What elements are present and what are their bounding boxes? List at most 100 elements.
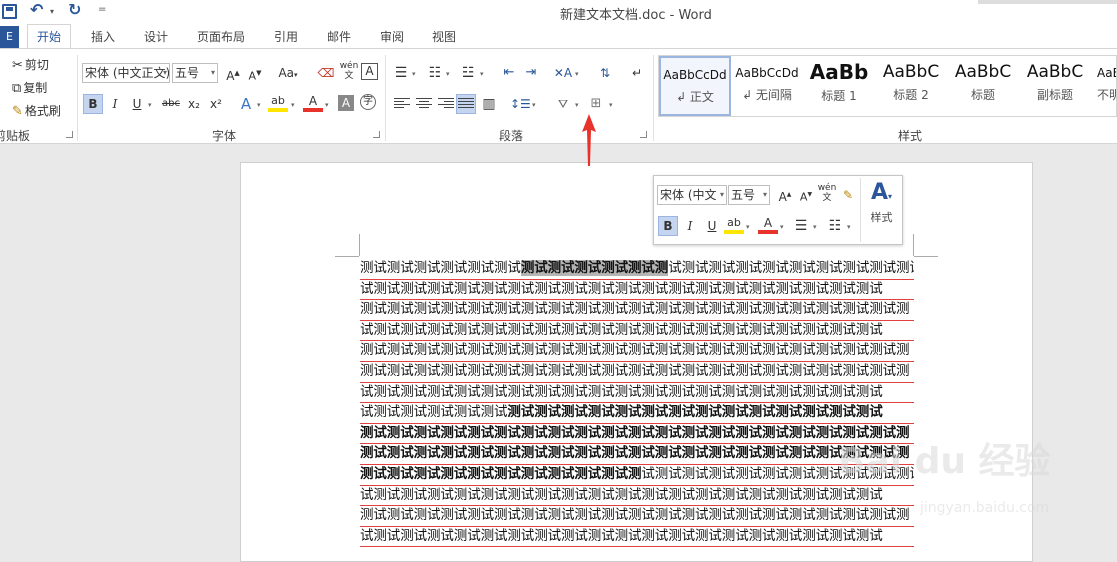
sort-icon[interactable]: ⇅ bbox=[595, 63, 615, 83]
tab-file[interactable]: E bbox=[0, 26, 19, 48]
mini-numbering-icon[interactable]: ☷ bbox=[825, 216, 845, 236]
save-icon[interactable] bbox=[2, 4, 17, 19]
increase-indent-icon[interactable]: ⇥ bbox=[521, 63, 541, 83]
style-subtitle[interactable]: AaBbC 副标题 bbox=[1019, 56, 1091, 116]
mini-size-combo[interactable]: 五号 ▾ bbox=[728, 185, 770, 205]
tab-view[interactable]: 视图 bbox=[432, 28, 456, 45]
character-border-button[interactable]: A bbox=[361, 63, 378, 80]
subscript-button[interactable]: x₂ bbox=[184, 94, 204, 114]
align-left-icon[interactable] bbox=[394, 98, 410, 110]
chevron-down-icon[interactable]: ▾ bbox=[291, 101, 295, 109]
underline-button[interactable]: U bbox=[127, 94, 147, 114]
text-line[interactable]: 试测试测试测试测试测试测试测试测试测试测试测试测试测试测试测试测试测试测试测试 bbox=[360, 280, 914, 301]
show-marks-icon[interactable]: ↵ bbox=[627, 63, 647, 83]
undo-icon[interactable]: ↶ bbox=[30, 0, 43, 19]
chevron-down-icon[interactable]: ▾ bbox=[325, 101, 329, 109]
text-line[interactable]: 测试测试测试测试测试测试测试测试测试测试测试测试测试测试测试测试测试测试测试测试… bbox=[360, 341, 914, 362]
style-title[interactable]: AaBbC 标题 bbox=[947, 56, 1019, 116]
text-line[interactable]: 测试测试测试测试测试测试测试测试测试测试测试测试测试测试测试测试测试测试测试测试… bbox=[360, 444, 914, 465]
style-heading-2[interactable]: AaBbC 标题 2 bbox=[875, 56, 947, 116]
chevron-down-icon[interactable]: ▾ bbox=[746, 223, 750, 231]
text-line[interactable]: 测试测试测试测试测试测试测试测试测试测试测试测试测试测试测试测试测试测试测试测试… bbox=[360, 362, 914, 383]
tab-design[interactable]: 设计 bbox=[144, 28, 168, 45]
text-line[interactable]: 试测试测试测试测试测试测试测试测试测试测试测试测试测试测试测试测试测试测试测试 bbox=[360, 527, 914, 548]
enclose-characters-icon[interactable]: 字 bbox=[360, 94, 376, 110]
mini-underline-button[interactable]: U bbox=[702, 216, 722, 236]
bold-button[interactable]: B bbox=[83, 94, 103, 114]
strikethrough-button[interactable]: abc bbox=[161, 94, 181, 114]
phonetic-guide-button[interactable]: wén 文 bbox=[339, 61, 359, 81]
tab-mailings[interactable]: 邮件 bbox=[327, 28, 351, 45]
chevron-down-icon[interactable]: ▾ bbox=[532, 101, 536, 109]
text-line[interactable]: 测试测试测试测试测试测试测试测试测试测试测试测试测试测试测试测试测试测试测试测试… bbox=[360, 506, 914, 527]
text-line[interactable]: 试测试测试测试测试测试测试测试测试测试测试测试测试测试测试测试测试测试测试测试 bbox=[360, 321, 914, 342]
customize-qat-button[interactable]: = bbox=[98, 4, 106, 15]
justify-button[interactable] bbox=[456, 94, 476, 114]
chevron-down-icon[interactable]: ▾ bbox=[847, 223, 851, 231]
chevron-down-icon[interactable]: ▾ bbox=[412, 70, 416, 78]
style-heading-1[interactable]: AaBb 标题 1 bbox=[803, 56, 875, 116]
multilevel-list-icon[interactable]: ☳ bbox=[458, 63, 478, 83]
clear-formatting-icon[interactable]: ⌫ bbox=[316, 63, 336, 83]
text-line[interactable]: 试测试测试测试测试测试测试测试测试测试测试测试测试测试测试测试测试测试测试测试 bbox=[360, 486, 914, 507]
chinese-layout-icon[interactable]: ✕A bbox=[553, 63, 573, 83]
chevron-down-icon[interactable]: ▾ bbox=[575, 101, 579, 109]
copy-button[interactable]: ⧉ 复制 bbox=[12, 79, 47, 96]
shading-icon[interactable]: ⛛ bbox=[553, 94, 573, 114]
decrease-indent-icon[interactable]: ⇤ bbox=[499, 63, 519, 83]
text-line[interactable]: 试测试测试测试测试测试测试测试测试测试测试测试测试测试测试测试测试测试测试测试 bbox=[360, 403, 914, 424]
chevron-down-icon[interactable]: ▾ bbox=[480, 70, 484, 78]
style-no-spacing[interactable]: AaBbCcDd ↲ 无间隔 bbox=[731, 56, 803, 116]
borders-icon[interactable]: ⊞ bbox=[586, 94, 606, 114]
chevron-down-icon[interactable]: ▾ bbox=[780, 223, 784, 231]
text-line[interactable]: 测试测试测试测试测试测试测试测试测试测试测试测试测试测试测试测试测试测试测试测试… bbox=[360, 424, 914, 445]
align-right-icon[interactable] bbox=[438, 98, 454, 110]
tab-review[interactable]: 审阅 bbox=[380, 28, 404, 45]
font-family-combo[interactable]: 宋体 (中文正文) ▾ bbox=[82, 63, 170, 83]
cut-button[interactable]: ✂ 剪切 bbox=[12, 56, 49, 73]
document-body[interactable]: 测试测试测试测试测试测试测试测试测试测试测试测试测试测试测试测试测试测试测试测试… bbox=[360, 259, 914, 548]
style-subtle-emphasis[interactable]: AaBl 不明 bbox=[1091, 56, 1116, 116]
selected-text[interactable]: 测试测试测试测试测试测 bbox=[520, 260, 668, 276]
text-effects-icon[interactable]: A bbox=[236, 94, 256, 114]
align-center-icon[interactable] bbox=[416, 98, 432, 110]
text-line[interactable]: 测试测试测试测试测试测试测试测试测试测试测试测试测试测试测试测试测试测试测试测试… bbox=[360, 259, 914, 280]
redo-icon[interactable]: ↻ bbox=[68, 0, 81, 19]
change-case-button[interactable]: Aa▾ bbox=[275, 63, 301, 83]
font-launcher-icon[interactable] bbox=[373, 131, 380, 138]
tab-references[interactable]: 引用 bbox=[274, 28, 298, 45]
mini-phonetic-button[interactable]: wén 文 bbox=[817, 183, 837, 203]
tab-page-layout[interactable]: 页面布局 bbox=[197, 28, 245, 45]
italic-button[interactable]: I bbox=[105, 94, 125, 114]
chevron-down-icon[interactable]: ▾ bbox=[813, 223, 817, 231]
text-line[interactable]: 测试测试测试测试测试测试测试测试测试测试测试测试测试测试测试测试测试测试测试测试… bbox=[360, 300, 914, 321]
chevron-down-icon[interactable]: ▾ bbox=[257, 101, 261, 109]
mini-font-combo[interactable]: 宋体 (中文 ▾ bbox=[657, 185, 727, 205]
font-color-icon[interactable]: A bbox=[303, 94, 323, 112]
bullets-icon[interactable]: ☰ bbox=[391, 63, 411, 83]
superscript-button[interactable]: x² bbox=[206, 94, 226, 114]
line-spacing-icon[interactable]: ↕☰ bbox=[510, 94, 531, 114]
mini-highlight-icon[interactable]: ab bbox=[724, 216, 744, 234]
mini-font-color-icon[interactable]: A bbox=[758, 216, 778, 234]
undo-dropdown-icon[interactable]: ▾ bbox=[50, 7, 54, 16]
shrink-font-button[interactable]: A▼ bbox=[245, 63, 265, 83]
highlight-icon[interactable]: ab bbox=[268, 94, 288, 112]
distributed-icon[interactable]: ▥ bbox=[479, 94, 499, 114]
format-painter-button[interactable]: ✎ 格式刷 bbox=[12, 102, 61, 119]
chevron-down-icon[interactable]: ▾ bbox=[575, 70, 579, 78]
character-shading-icon[interactable]: A bbox=[338, 95, 354, 111]
mini-bold-button[interactable]: B bbox=[658, 216, 678, 236]
grow-font-button[interactable]: A▲ bbox=[223, 63, 243, 83]
text-line[interactable]: 试测试测试测试测试测试测试测试测试测试测试测试测试测试测试测试测试测试测试测试 bbox=[360, 383, 914, 404]
mini-format-painter-icon[interactable]: ✎ bbox=[838, 185, 858, 205]
paragraph-launcher-icon[interactable] bbox=[640, 131, 647, 138]
font-size-combo[interactable]: 五号 ▾ bbox=[172, 63, 218, 83]
clipboard-launcher-icon[interactable] bbox=[66, 131, 73, 138]
tab-insert[interactable]: 插入 bbox=[91, 28, 115, 45]
mini-shrink-font-button[interactable]: A▼ bbox=[796, 185, 816, 205]
mini-bullets-icon[interactable]: ☰ bbox=[791, 216, 811, 236]
mini-italic-button[interactable]: I bbox=[680, 216, 700, 236]
numbering-icon[interactable]: ☷ bbox=[425, 63, 445, 83]
chevron-down-icon[interactable]: ▾ bbox=[609, 101, 613, 109]
